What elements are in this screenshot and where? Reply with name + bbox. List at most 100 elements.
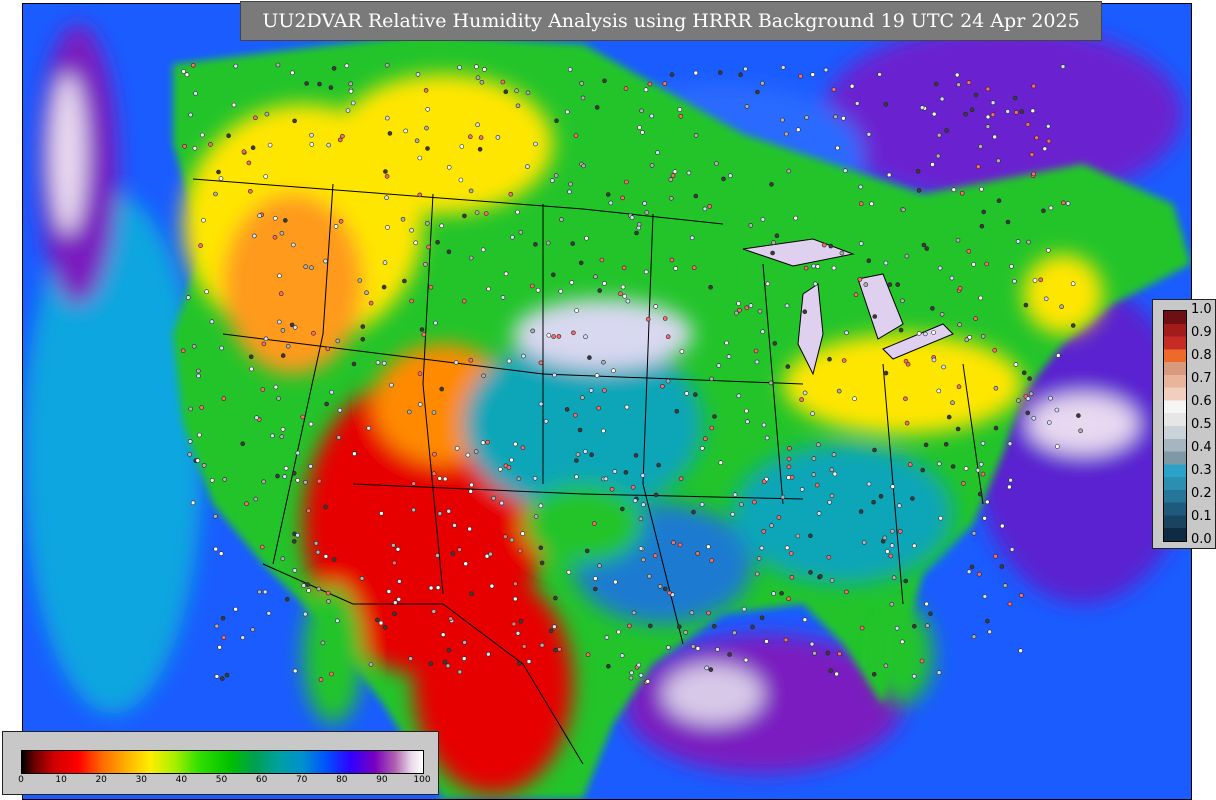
station-dot <box>765 281 771 287</box>
station-dot <box>553 595 558 601</box>
station-dot <box>895 282 901 287</box>
station-dot <box>959 190 965 196</box>
station-dot <box>500 79 506 85</box>
station-dot <box>975 164 981 169</box>
station-dot <box>825 650 831 656</box>
station-dot <box>413 240 419 246</box>
station-dot <box>949 275 955 281</box>
station-dot <box>479 80 485 85</box>
station-dot <box>622 293 628 299</box>
pacific-white-streak <box>50 74 86 234</box>
station-dot <box>776 515 782 520</box>
station-dot <box>823 67 829 73</box>
station-dot <box>721 176 726 182</box>
station-dot <box>787 445 792 451</box>
station-dot <box>477 147 483 152</box>
station-dot <box>963 111 968 117</box>
station-dot <box>216 169 221 175</box>
station-dot <box>709 376 714 382</box>
station-dot <box>1076 413 1081 418</box>
station-dot <box>1031 415 1037 421</box>
station-dot <box>611 368 616 374</box>
station-dot <box>896 503 902 509</box>
station-dot <box>1055 444 1060 449</box>
station-dot <box>631 610 637 616</box>
station-dot <box>411 481 417 486</box>
station-dot <box>279 230 285 236</box>
station-dot <box>652 553 658 559</box>
station-dot <box>904 253 910 259</box>
station-dot <box>623 470 629 475</box>
station-dot <box>831 452 837 457</box>
station-dot <box>955 237 961 243</box>
station-dot <box>973 92 979 98</box>
station-dot <box>754 359 760 365</box>
station-dot <box>677 542 683 548</box>
station-dot <box>337 137 343 143</box>
station-dot <box>403 128 409 134</box>
station-dot <box>887 282 893 287</box>
station-dot <box>619 653 625 658</box>
station-dot <box>221 635 227 640</box>
station-dot <box>190 62 196 68</box>
station-dot <box>980 333 986 339</box>
station-dot <box>668 177 674 182</box>
station-dot <box>812 650 817 656</box>
humidity-legend-tick: 20 <box>95 775 107 785</box>
station-dot <box>858 509 864 514</box>
station-dot <box>877 72 882 77</box>
station-dot <box>662 586 668 592</box>
map-title: UU2DVAR Relative Humidity Analysis using… <box>240 1 1102 41</box>
station-dot <box>673 266 679 271</box>
station-dot <box>975 467 981 473</box>
station-dot <box>645 316 651 322</box>
station-dot <box>894 625 900 631</box>
station-dot <box>638 546 644 551</box>
station-dot <box>915 168 921 174</box>
station-dot <box>596 405 602 411</box>
station-dot <box>772 341 778 346</box>
station-dot <box>257 589 262 595</box>
station-dot <box>364 290 369 296</box>
station-dot <box>883 260 889 266</box>
station-dot <box>957 322 963 328</box>
station-dot <box>428 585 434 591</box>
station-dot <box>774 233 780 238</box>
station-dot <box>693 133 699 138</box>
station-dot <box>510 234 515 240</box>
texas-green <box>523 484 643 564</box>
station-dot <box>587 355 592 360</box>
station-dot <box>197 432 202 438</box>
station-dot <box>760 329 766 335</box>
station-dot <box>395 546 401 552</box>
station-dot <box>428 661 434 667</box>
station-dot <box>539 642 545 648</box>
station-dot <box>348 81 354 87</box>
station-dot <box>656 462 661 468</box>
station-dot <box>978 295 984 301</box>
station-dot <box>709 558 715 563</box>
station-dot <box>276 396 281 401</box>
station-dot <box>963 466 969 471</box>
station-dot <box>428 284 434 290</box>
station-dot <box>386 589 392 594</box>
station-dot <box>344 63 350 69</box>
station-dot <box>461 656 467 661</box>
station-dot <box>1021 370 1027 376</box>
station-dot <box>985 124 991 129</box>
station-dot <box>946 414 952 420</box>
station-dot <box>727 652 732 657</box>
station-dot <box>264 111 270 117</box>
station-dot <box>693 70 699 76</box>
station-dot <box>684 391 690 396</box>
station-dot <box>585 652 591 658</box>
station-dot <box>267 142 273 148</box>
station-dot <box>786 168 792 174</box>
station-dot <box>1019 593 1024 598</box>
station-dot <box>308 463 313 469</box>
station-dot <box>184 72 190 77</box>
humidity-legend-tick: 10 <box>55 775 67 785</box>
station-dot <box>259 544 265 550</box>
station-dot <box>653 492 659 498</box>
station-dot <box>549 178 555 183</box>
